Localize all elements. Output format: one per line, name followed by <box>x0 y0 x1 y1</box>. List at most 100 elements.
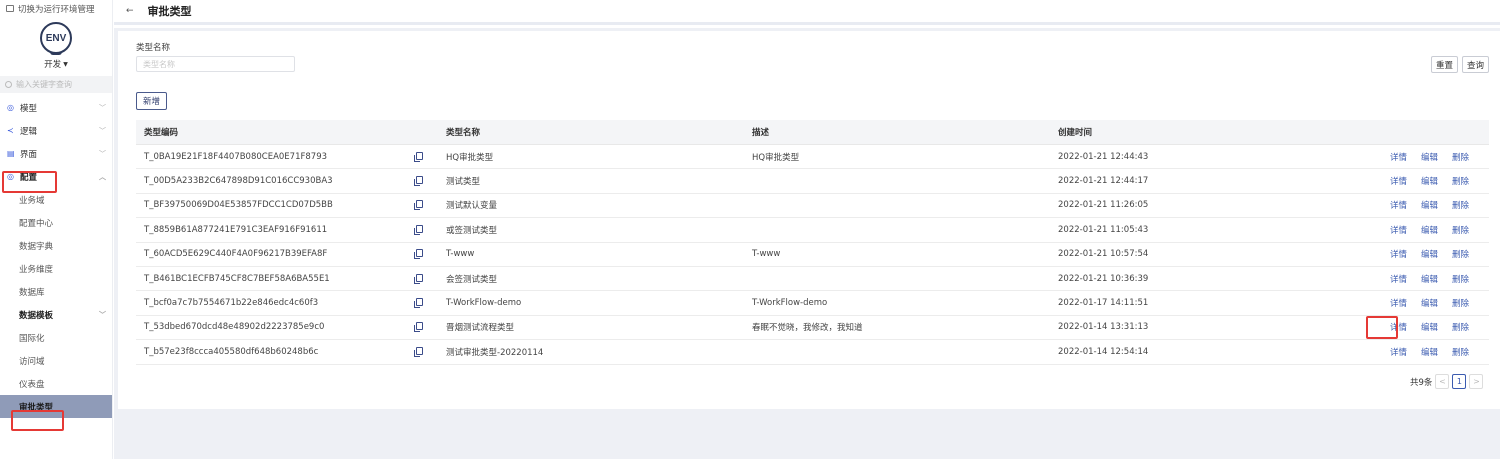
env-select[interactable]: 开发 ▼ <box>44 58 68 70</box>
detail-link[interactable]: 详情 <box>1390 297 1407 309</box>
detail-link[interactable]: 详情 <box>1390 273 1407 285</box>
chevron-down-icon: ﹀ <box>99 310 106 319</box>
next-page-button[interactable]: > <box>1469 374 1484 389</box>
sidebar-item-label: 逻辑 <box>20 126 38 137</box>
delete-link[interactable]: 删除 <box>1452 273 1469 285</box>
detail-link[interactable]: 详情 <box>1390 199 1407 211</box>
sidebar-nav: ◎ 模型 ﹀ ≺ 逻辑 ﹀ ▤ 界面 ﹀ ◎ 配置 ︿ 业务域 配置中心 数据字… <box>0 96 112 418</box>
edit-link[interactable]: 编辑 <box>1421 151 1438 163</box>
table-row: T_bcf0a7c7b7554671b22e846edc4c60f3 T-Work… <box>136 291 1489 316</box>
copy-icon[interactable] <box>414 200 423 211</box>
cube-icon: ◎ <box>7 103 14 112</box>
row-code: T_53dbed670dcd48e48902d2223785e9c0 <box>144 322 325 333</box>
row-time: 2022-01-14 12:54:14 <box>1058 346 1149 357</box>
edit-link[interactable]: 编辑 <box>1421 199 1438 211</box>
sidebar-item-ui[interactable]: ▤ 界面 ﹀ <box>0 142 112 165</box>
table-row: T_0BA19E21F18F4407B080CEA0E71F8793 HQ审批类型… <box>136 145 1489 170</box>
switch-env-link[interactable]: 切换为运行环境管理 <box>0 0 112 17</box>
column-header-time: 创建时间 <box>1058 128 1093 138</box>
copy-icon[interactable] <box>414 322 423 333</box>
logo-area: ENV 开发 ▼ <box>0 22 112 70</box>
reset-button[interactable]: 重置 <box>1431 56 1458 73</box>
delete-link[interactable]: 删除 <box>1452 175 1469 187</box>
row-code: T_0BA19E21F18F4407B080CEA0E71F8793 <box>144 151 328 162</box>
row-name: T-www <box>446 249 475 260</box>
env-select-value: 开发 <box>44 60 62 70</box>
chevron-down-icon: ﹀ <box>99 149 106 158</box>
table-row: T_00D5A233B2C647898D91C016CC930BA3 测试类型 20… <box>136 169 1489 194</box>
sidebar-item-label: 模型 <box>20 103 38 114</box>
sidebar-item-logic[interactable]: ≺ 逻辑 ﹀ <box>0 119 112 142</box>
sidebar-item-i18n[interactable]: 国际化 <box>0 326 112 349</box>
column-header-code: 类型编码 <box>144 128 179 138</box>
detail-link[interactable]: 详情 <box>1390 151 1407 163</box>
row-desc: T-WorkFlow-demo <box>752 298 828 309</box>
delete-link[interactable]: 删除 <box>1452 151 1469 163</box>
layout-icon: ▤ <box>7 149 15 158</box>
row-name: 测试审批类型-20220114 <box>446 347 544 358</box>
detail-link[interactable]: 详情 <box>1390 248 1407 260</box>
row-code: T_60ACD5E629C440F4A0F96217B39EFA8F <box>144 249 328 260</box>
detail-link[interactable]: 详情 <box>1390 346 1407 358</box>
copy-icon[interactable] <box>414 249 423 260</box>
add-button[interactable]: 新增 <box>136 92 167 110</box>
prev-page-button[interactable]: < <box>1435 374 1450 389</box>
sidebar-search-input[interactable]: 输入关键字查询 <box>0 76 112 93</box>
edit-link[interactable]: 编辑 <box>1421 224 1438 236</box>
pagination-total: 共9条 <box>1410 377 1433 388</box>
sidebar-item-data-template[interactable]: 数据模板 ﹀ <box>0 303 112 326</box>
delete-link[interactable]: 删除 <box>1452 297 1469 309</box>
row-name: T-WorkFlow-demo <box>446 298 522 309</box>
row-desc: T-www <box>752 249 781 260</box>
sidebar-item-access-domain[interactable]: 访问域 <box>0 349 112 372</box>
sidebar-item-business-dimension[interactable]: 业务维度 <box>0 257 112 280</box>
delete-link[interactable]: 删除 <box>1452 248 1469 260</box>
copy-icon[interactable] <box>414 151 423 162</box>
sidebar-item-database[interactable]: 数据库 <box>0 280 112 303</box>
copy-icon[interactable] <box>414 298 423 309</box>
copy-icon[interactable] <box>414 273 423 284</box>
switch-env-label: 切换为运行环境管理 <box>18 4 95 15</box>
sidebar-item-dashboard[interactable]: 仪表盘 <box>0 372 112 395</box>
type-name-input[interactable]: 类型名称 <box>136 56 295 72</box>
row-name: HQ审批类型 <box>446 152 494 163</box>
search-placeholder: 输入关键字查询 <box>16 80 72 89</box>
copy-icon[interactable] <box>414 346 423 357</box>
sidebar-item-label: 数据库 <box>19 287 45 298</box>
edit-link[interactable]: 编辑 <box>1421 346 1438 358</box>
page-1-button[interactable]: 1 <box>1452 374 1467 389</box>
row-code: T_BF39750069D04E53857FDCC1CD07D5BB <box>144 200 333 211</box>
row-name: 测试默认变量 <box>446 201 498 212</box>
detail-link[interactable]: 详情 <box>1390 224 1407 236</box>
sidebar-item-model[interactable]: ◎ 模型 ﹀ <box>0 96 112 119</box>
query-button[interactable]: 查询 <box>1462 56 1489 73</box>
caret-down-icon: ▼ <box>63 60 68 68</box>
delete-link[interactable]: 删除 <box>1452 346 1469 358</box>
edit-link[interactable]: 编辑 <box>1421 297 1438 309</box>
copy-icon[interactable] <box>414 176 423 187</box>
detail-link[interactable]: 详情 <box>1390 175 1407 187</box>
row-code: T_b57e23f8ccca405580df648b60248b6c <box>144 346 319 357</box>
table-row: T_B461BC1ECFB745CF8C7BEF58A6BA55E1 会签测试类型… <box>136 267 1489 292</box>
edit-link[interactable]: 编辑 <box>1421 175 1438 187</box>
type-name-placeholder: 类型名称 <box>143 59 175 69</box>
page-header: ← 审批类型 <box>114 0 1500 25</box>
edit-link[interactable]: 编辑 <box>1421 248 1438 260</box>
copy-icon[interactable] <box>414 224 423 235</box>
back-arrow-icon[interactable]: ← <box>126 6 134 16</box>
sidebar: 切换为运行环境管理 ENV 开发 ▼ 输入关键字查询 ◎ 模型 ﹀ ≺ 逻辑 ﹀… <box>0 0 113 459</box>
approval-type-table: 类型编码 类型名称 描述 创建时间 T_0BA19E21F18F4407B080… <box>136 120 1489 365</box>
row-name: 或签测试类型 <box>446 225 498 236</box>
edit-link[interactable]: 编辑 <box>1421 321 1438 333</box>
chevron-down-icon: ﹀ <box>99 103 106 112</box>
row-time: 2022-01-21 12:44:17 <box>1058 176 1149 187</box>
delete-link[interactable]: 删除 <box>1452 224 1469 236</box>
row-name: 会签测试类型 <box>446 274 498 285</box>
edit-link[interactable]: 编辑 <box>1421 273 1438 285</box>
delete-link[interactable]: 删除 <box>1452 199 1469 211</box>
sidebar-item-config-center[interactable]: 配置中心 <box>0 211 112 234</box>
delete-link[interactable]: 删除 <box>1452 321 1469 333</box>
sidebar-item-label: 界面 <box>20 149 38 160</box>
sidebar-item-data-dict[interactable]: 数据字典 <box>0 234 112 257</box>
highlight-config <box>2 171 57 193</box>
